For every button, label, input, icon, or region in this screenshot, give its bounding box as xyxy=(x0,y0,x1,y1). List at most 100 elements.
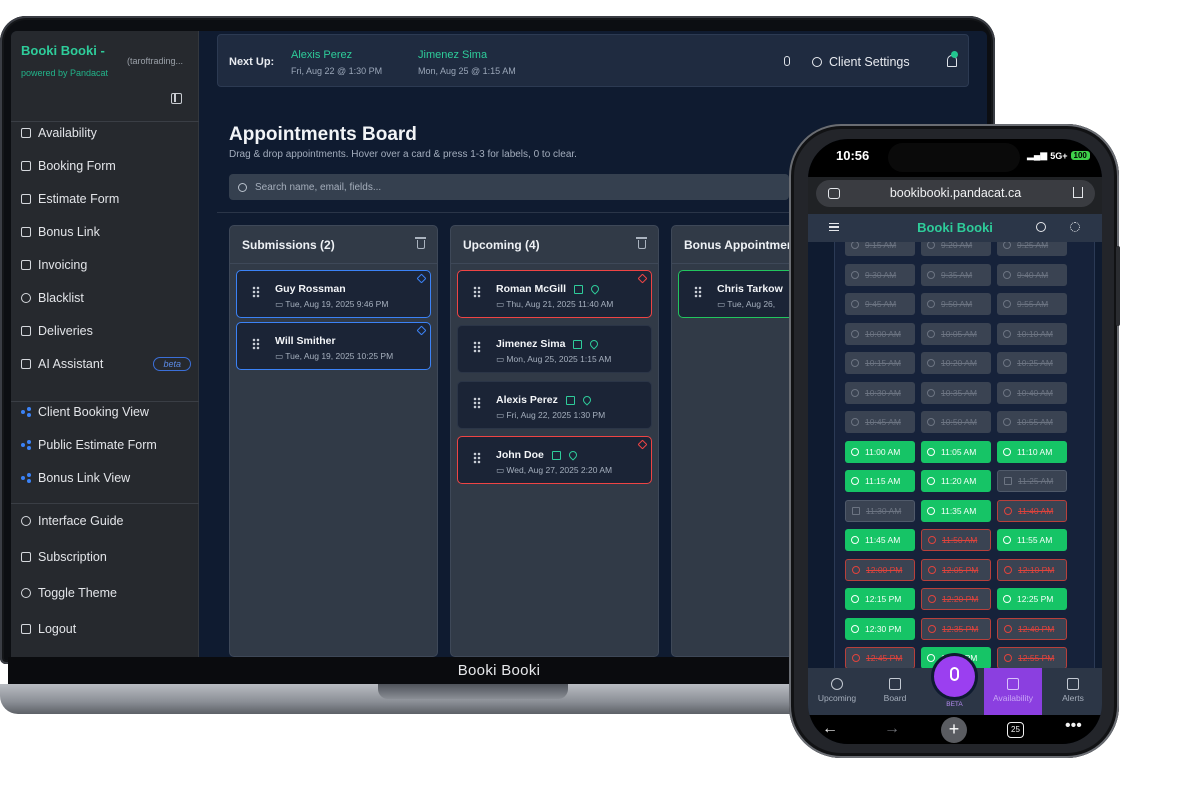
appointment-card[interactable]: Will Smither ▭ Tue, Aug 19, 2025 10:25 PM xyxy=(236,322,431,370)
map-pin-icon[interactable] xyxy=(567,449,579,461)
time-slot[interactable]: 10:15 AM xyxy=(845,352,915,374)
time-slot[interactable]: 11:40 AM xyxy=(997,499,1067,522)
time-slot[interactable]: 9:40 AM xyxy=(997,263,1067,286)
time-slot[interactable]: 12:30 PM xyxy=(845,617,915,640)
drag-handle-icon[interactable] xyxy=(473,286,481,298)
drag-handle-icon[interactable] xyxy=(473,341,481,353)
time-slot[interactable]: 9:50 AM xyxy=(921,293,991,315)
time-slot[interactable]: 10:45 AM xyxy=(845,411,915,433)
next-up-name[interactable]: Alexis Perez xyxy=(291,49,352,61)
time-slot[interactable]: 10:40 AM xyxy=(997,381,1067,404)
time-slot[interactable]: 9:45 AM xyxy=(845,293,915,315)
time-slot[interactable]: 11:30 AM xyxy=(845,499,915,522)
back-arrow-icon[interactable]: ← xyxy=(822,720,838,738)
sidebar-item-estimate-form[interactable]: Estimate Form xyxy=(21,189,191,209)
time-slot[interactable]: 12:55 PM xyxy=(997,647,1067,668)
map-pin-icon[interactable] xyxy=(589,283,601,295)
time-slot[interactable]: 11:05 AM xyxy=(921,440,991,463)
sidebar-item-ai-assistant[interactable]: AI Assistant beta xyxy=(21,354,191,374)
next-up-name[interactable]: Jimenez Sima xyxy=(418,49,487,61)
time-slot[interactable]: 12:10 PM xyxy=(997,558,1067,581)
time-slot[interactable]: 12:15 PM xyxy=(845,588,915,610)
sidebar-item-booking-form[interactable]: Booking Form xyxy=(21,156,191,176)
external-link-icon[interactable] xyxy=(551,450,561,460)
sidebar-item-deliveries[interactable]: Deliveries xyxy=(21,321,191,341)
tabs-count-button[interactable]: 25 xyxy=(1007,722,1024,738)
external-link-icon[interactable] xyxy=(565,395,575,405)
time-slot[interactable]: 10:05 AM xyxy=(921,322,991,345)
sidebar-item-invoicing[interactable]: Invoicing xyxy=(21,255,191,275)
time-slot[interactable]: 10:35 AM xyxy=(921,381,991,404)
share-icon[interactable] xyxy=(1036,222,1046,232)
drag-handle-icon[interactable] xyxy=(473,397,481,409)
time-slot[interactable]: 9:15 AM xyxy=(845,242,915,256)
time-slot[interactable]: 12:40 PM xyxy=(997,617,1067,640)
gear-icon[interactable] xyxy=(1070,222,1080,232)
time-slot[interactable]: 10:00 AM xyxy=(845,322,915,345)
time-slot[interactable]: 10:50 AM xyxy=(921,411,991,433)
drag-handle-icon[interactable] xyxy=(694,286,702,298)
sidebar-item-client-booking-view[interactable]: Client Booking View xyxy=(21,402,191,422)
appointment-card[interactable]: Roman McGill ▭ Thu, Aug 21, 2025 11:40 AM xyxy=(457,270,652,318)
brand-name[interactable]: Booki Booki - xyxy=(21,43,105,58)
search-input[interactable]: Search name, email, fields... xyxy=(229,174,789,200)
time-slot[interactable]: 11:20 AM xyxy=(921,470,991,492)
time-slot[interactable]: 12:00 PM xyxy=(845,558,915,581)
time-slot[interactable]: 12:25 PM xyxy=(997,588,1067,610)
voice-assistant-button[interactable] xyxy=(934,656,975,697)
url-bar[interactable]: bookibooki.pandacat.ca xyxy=(816,180,1095,207)
sidebar-item-public-estimate-form[interactable]: Public Estimate Form xyxy=(21,435,191,455)
sidebar-item-interface-guide[interactable]: Interface Guide xyxy=(21,511,191,531)
external-link-icon[interactable] xyxy=(573,339,583,349)
sidebar-collapse-icon[interactable] xyxy=(171,93,182,104)
time-slot[interactable]: 10:25 AM xyxy=(997,352,1067,374)
time-slot[interactable]: 11:15 AM xyxy=(845,470,915,492)
time-slot[interactable]: 11:50 AM xyxy=(921,529,991,551)
sidebar-item-logout[interactable]: Logout xyxy=(21,619,191,639)
time-slot[interactable]: 9:30 AM xyxy=(845,263,915,286)
new-tab-plus-icon[interactable]: + xyxy=(941,717,967,743)
share-icon[interactable] xyxy=(1073,187,1083,198)
more-options-icon[interactable]: ••• xyxy=(1065,717,1082,735)
time-slot[interactable]: 11:55 AM xyxy=(997,529,1067,551)
time-slot[interactable]: 9:25 AM xyxy=(997,242,1067,256)
sidebar-item-availability[interactable]: Availability xyxy=(21,123,191,143)
tab-upcoming[interactable]: Upcoming xyxy=(808,668,866,715)
tab-availability[interactable]: Availability xyxy=(984,668,1042,715)
tab-board[interactable]: Board xyxy=(866,668,924,715)
appointment-card[interactable]: Alexis Perez ▭ Fri, Aug 22, 2025 1:30 PM xyxy=(457,381,652,429)
appointment-card[interactable]: John Doe ▭ Wed, Aug 27, 2025 2:20 AM xyxy=(457,436,652,484)
time-slot[interactable]: 12:20 PM xyxy=(921,588,991,610)
time-slot[interactable]: 10:10 AM xyxy=(997,322,1067,345)
map-pin-icon[interactable] xyxy=(581,394,593,406)
sidebar-item-subscription[interactable]: Subscription xyxy=(21,547,191,567)
sidebar-item-toggle-theme[interactable]: Toggle Theme xyxy=(21,583,191,603)
time-slot[interactable]: 11:10 AM xyxy=(997,440,1067,463)
time-slot[interactable]: 11:35 AM xyxy=(921,499,991,522)
drag-handle-icon[interactable] xyxy=(252,338,260,350)
time-slot[interactable]: 10:20 AM xyxy=(921,352,991,374)
trash-icon[interactable] xyxy=(636,237,647,249)
time-slot[interactable]: 11:00 AM xyxy=(845,440,915,463)
time-slot[interactable]: 9:35 AM xyxy=(921,263,991,286)
microphone-icon[interactable] xyxy=(784,56,790,66)
sidebar-item-bonus-link-view[interactable]: Bonus Link View xyxy=(21,468,191,488)
appointment-card[interactable]: Jimenez Sima ▭ Mon, Aug 25, 2025 1:15 AM xyxy=(457,325,652,373)
sidebar-item-blacklist[interactable]: Blacklist xyxy=(21,288,191,308)
client-settings-button[interactable]: Client Settings xyxy=(812,55,910,69)
time-slot[interactable]: 11:25 AM xyxy=(997,470,1067,492)
trash-icon[interactable] xyxy=(415,237,426,249)
time-slot[interactable]: 12:35 PM xyxy=(921,617,991,640)
drag-handle-icon[interactable] xyxy=(473,452,481,464)
drag-handle-icon[interactable] xyxy=(252,286,260,298)
forward-arrow-icon[interactable]: → xyxy=(884,720,900,738)
time-slot[interactable]: 10:55 AM xyxy=(997,411,1067,433)
appointment-card[interactable]: Guy Rossman ▭ Tue, Aug 19, 2025 9:46 PM xyxy=(236,270,431,318)
map-pin-icon[interactable] xyxy=(588,338,601,350)
sidebar-item-bonus-link[interactable]: Bonus Link xyxy=(21,222,191,242)
lens-icon[interactable] xyxy=(828,188,840,199)
time-slot[interactable]: 12:05 PM xyxy=(921,558,991,581)
time-slot[interactable]: 9:55 AM xyxy=(997,293,1067,315)
time-slot[interactable]: 9:20 AM xyxy=(921,242,991,256)
time-slot[interactable]: 10:30 AM xyxy=(845,381,915,404)
